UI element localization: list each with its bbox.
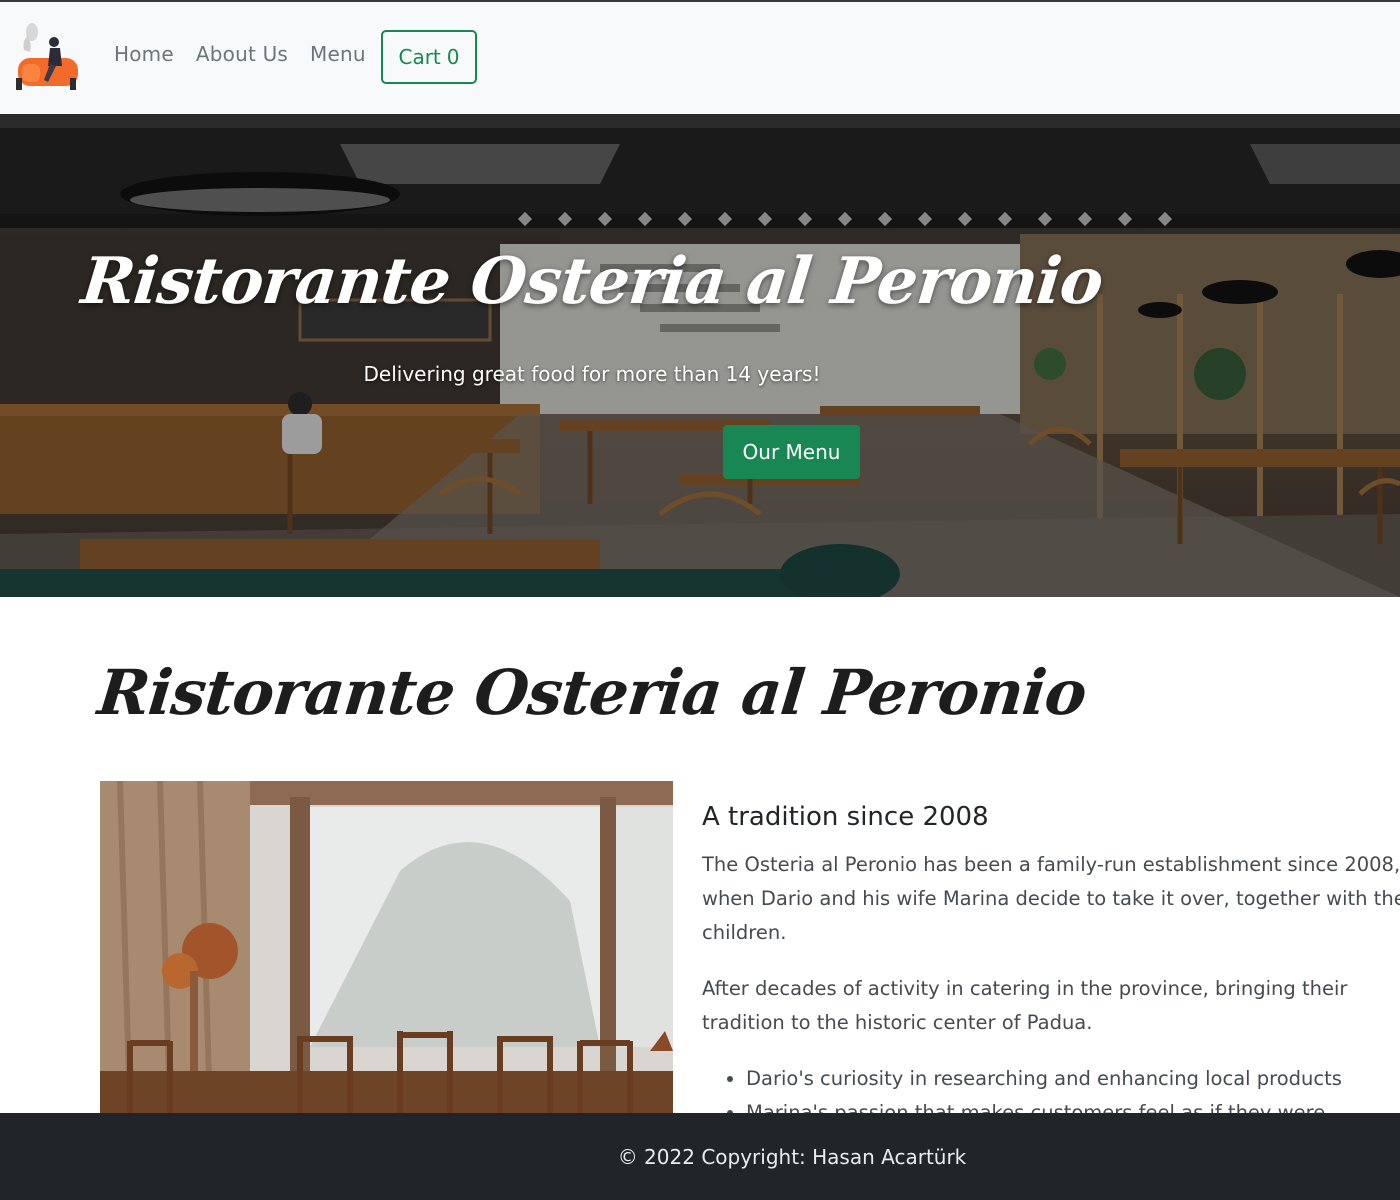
list-item: Dario's curiosity in researching and enh… — [746, 1062, 1400, 1096]
nav-menu-link[interactable]: Menu — [310, 42, 366, 66]
about-paragraph: The Osteria al Peronio has been a family… — [702, 853, 1400, 944]
hero-title: Ristorante Osteria al Peronio — [78, 244, 1106, 319]
cart-count: 0 — [446, 45, 460, 69]
about-paragraph: After decades of activity in catering in… — [702, 977, 1348, 1034]
hero-subtitle: Delivering great food for more than 14 y… — [363, 362, 821, 386]
about-section: A tradition since 2008 The Osteria al Pe… — [702, 802, 1400, 1164]
navbar: Home About Us Menu Cart 0 — [0, 0, 1400, 114]
nav-links: Home About Us Menu — [114, 42, 388, 66]
our-menu-button[interactable]: Our Menu — [723, 425, 860, 479]
restaurant-logo-icon[interactable] — [10, 20, 82, 92]
hero-overlay — [0, 114, 1400, 597]
footer-copyright: © 2022 Copyright: Hasan Acartürk — [617, 1144, 967, 1169]
about-heading: A tradition since 2008 — [702, 802, 989, 832]
hero-banner: Ristorante Osteria al Peronio Delivering… — [0, 114, 1400, 597]
nav-about-link[interactable]: About Us — [196, 42, 288, 66]
cart-button[interactable]: Cart 0 — [381, 30, 477, 84]
restaurant-interior-photo — [100, 781, 673, 1113]
section-title: Ristorante Osteria al Peronio — [94, 656, 1090, 729]
footer: © 2022 Copyright: Hasan Acartürk — [0, 1113, 1400, 1200]
nav-home-link[interactable]: Home — [114, 42, 174, 66]
cart-label: Cart — [398, 45, 441, 69]
